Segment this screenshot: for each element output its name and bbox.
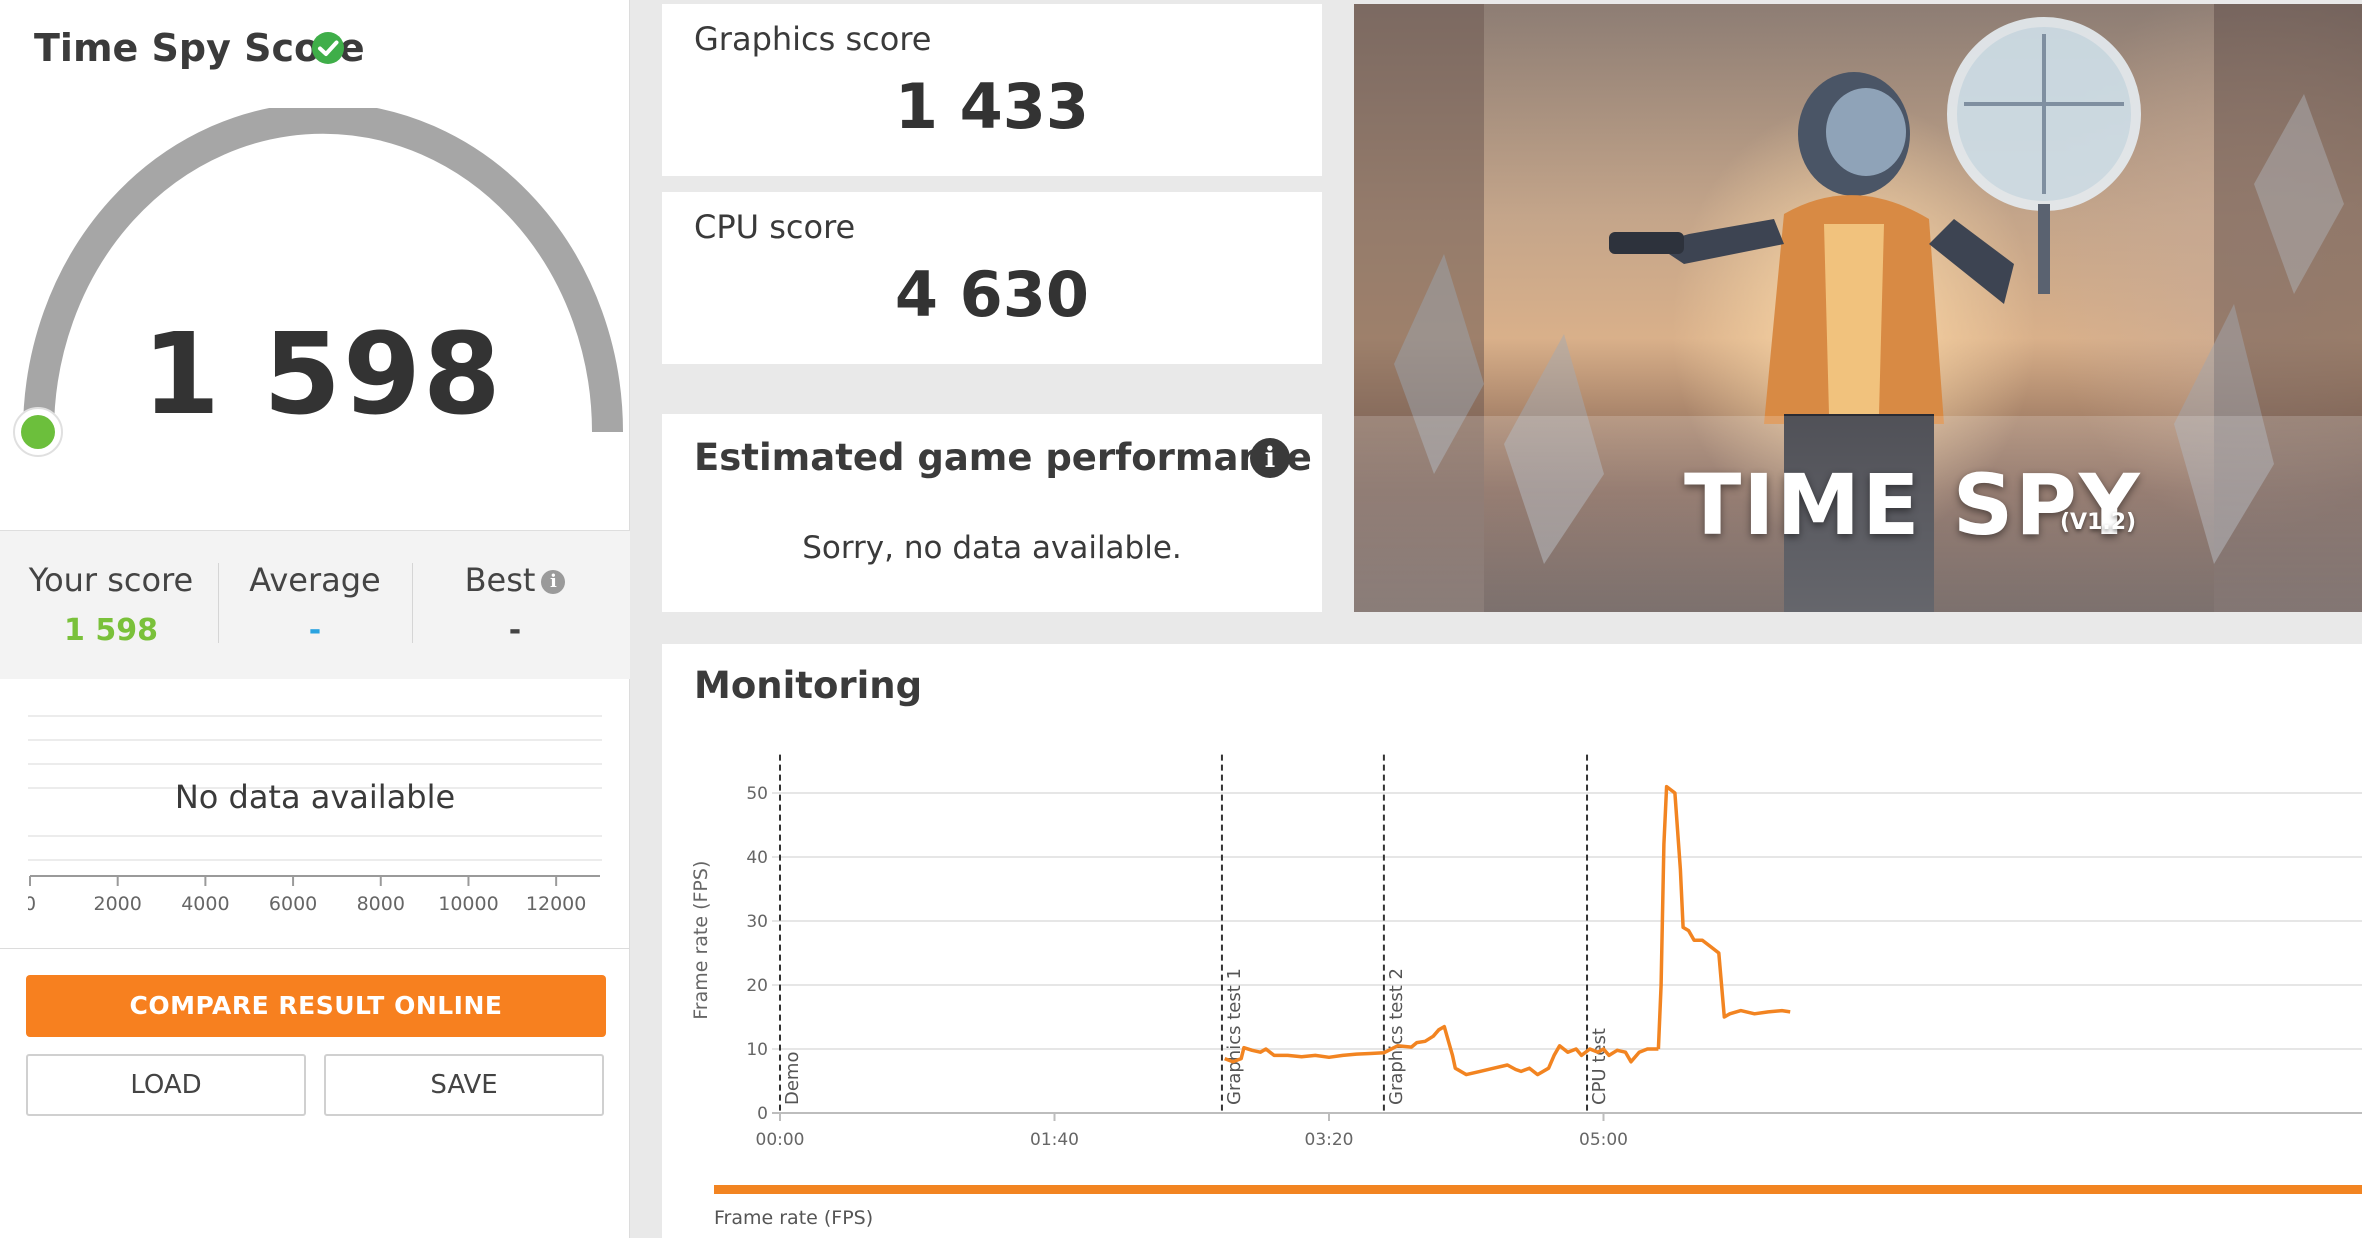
y-axis-label: Frame rate (FPS) <box>690 861 712 1020</box>
best-stat: Best i - <box>420 561 610 648</box>
best-value: - <box>508 613 522 648</box>
benchmark-title: TIME SPY <box>1684 456 2142 554</box>
legend-bar[interactable] <box>714 1185 2362 1194</box>
average-value: - <box>308 613 322 648</box>
benchmark-hero-image: TIME SPY (V1.2) <box>1354 4 2362 612</box>
load-button[interactable]: LOAD <box>26 1054 306 1116</box>
no-data-message: Sorry, no data available. <box>802 530 1182 566</box>
x-tick-label: 00:00 <box>756 1130 805 1150</box>
estimated-game-performance-card: Estimated game performance i Sorry, no d… <box>662 414 1322 612</box>
no-data-message: No data available <box>174 778 456 816</box>
x-tick-label: 05:00 <box>1579 1130 1628 1150</box>
distribution-tick-label: 6000 <box>269 893 317 915</box>
y-tick-label: 20 <box>746 976 768 996</box>
y-tick-label: 10 <box>746 1040 768 1060</box>
y-tick-label: 50 <box>746 784 768 804</box>
x-tick-label: 01:40 <box>1030 1130 1079 1150</box>
compare-result-online-button[interactable]: COMPARE RESULT ONLINE <box>26 975 606 1037</box>
legend-label: Frame rate (FPS) <box>714 1207 873 1229</box>
distribution-tick-label: 0 <box>28 893 36 915</box>
average-stat: Average - <box>220 561 410 648</box>
test-marker-label: Graphics test 2 <box>1386 968 1407 1105</box>
y-tick-label: 0 <box>757 1104 768 1124</box>
your-score-label: Your score <box>28 561 194 599</box>
main-score-value: 1 598 <box>142 310 503 440</box>
cpu-score-card: CPU score 4 630 <box>662 192 1322 364</box>
y-tick-label: 30 <box>746 912 768 932</box>
x-tick-label: 03:20 <box>1305 1130 1354 1150</box>
best-label: Best <box>464 561 536 599</box>
graphics-score-label: Graphics score <box>694 20 932 58</box>
distribution-tick-label: 2000 <box>94 893 142 915</box>
test-marker-label: CPU test <box>1589 1028 1610 1105</box>
monitoring-title: Monitoring <box>694 664 923 707</box>
monitoring-chart: 0 10 20 30 40 50 00:00 01:40 03:20 05:00 Frame rat… <box>690 754 2362 1229</box>
distribution-tick-label: 12000 <box>526 893 586 915</box>
score-comparison-row: Your score 1 598 Average - Best i - <box>0 530 630 679</box>
y-tick-label: 40 <box>746 848 768 868</box>
score-distribution-chart: 0 2000 4000 6000 8000 10000 12000 <box>28 715 602 915</box>
distribution-tick-label: 10000 <box>438 893 498 915</box>
your-score-value: 1 598 <box>64 613 158 648</box>
info-icon[interactable]: i <box>1250 438 1290 478</box>
benchmark-version: (V1.2) <box>2060 510 2137 535</box>
save-button[interactable]: SAVE <box>324 1054 604 1116</box>
estimated-performance-title: Estimated game performance <box>694 436 1312 479</box>
average-label: Average <box>249 561 381 599</box>
score-panel: Time Spy Score 1 598 Your score 1 598 Av… <box>0 0 630 1238</box>
info-icon[interactable]: i <box>541 570 566 594</box>
distribution-tick-label: 4000 <box>181 893 229 915</box>
divider <box>218 563 219 643</box>
cpu-score-label: CPU score <box>694 208 856 246</box>
cpu-score-value: 4 630 <box>894 258 1090 331</box>
divider <box>412 563 413 643</box>
graphics-score-card: Graphics score 1 433 <box>662 4 1322 176</box>
fps-series-line <box>1656 784 1791 1050</box>
distribution-tick-label: 8000 <box>357 893 405 915</box>
test-marker-label: Demo <box>782 1052 803 1105</box>
graphics-score-value: 1 433 <box>894 70 1090 143</box>
your-score-stat: Your score 1 598 <box>16 561 206 648</box>
check-circle-icon <box>312 32 344 64</box>
divider <box>0 948 630 949</box>
test-marker-label: Graphics test 1 <box>1224 968 1245 1105</box>
monitoring-panel: 0 10 20 30 40 50 00:00 01:40 03:20 05:00 Frame rat… <box>662 644 2362 1238</box>
